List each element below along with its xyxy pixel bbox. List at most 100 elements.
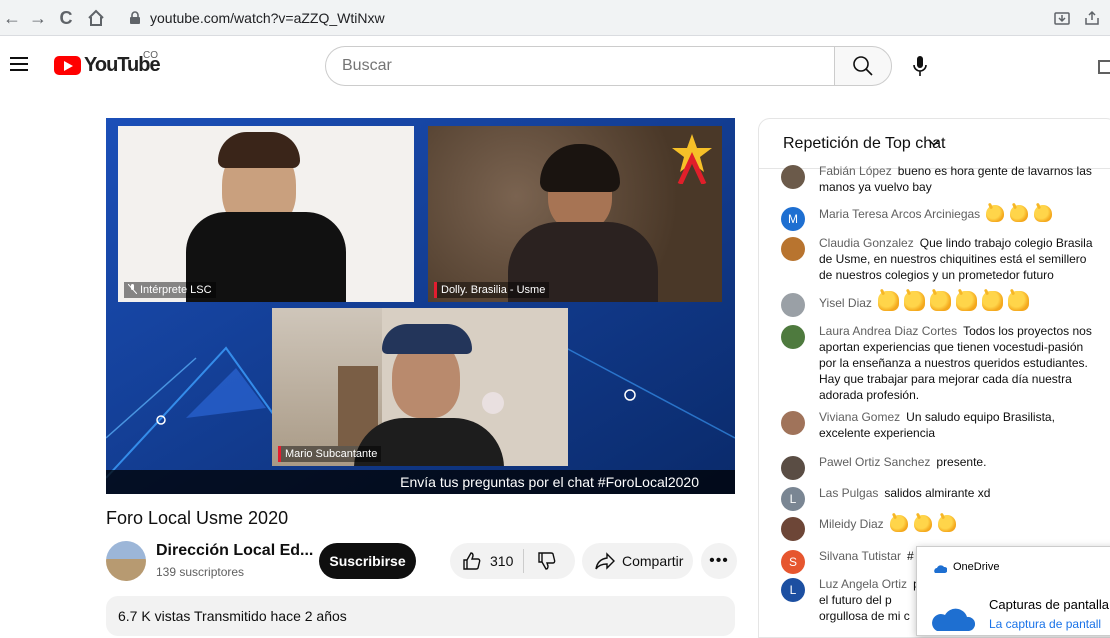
clapping-hands-icon bbox=[903, 291, 925, 311]
microphone-icon bbox=[913, 56, 927, 76]
interpreter-video-tile: Intérprete LSC bbox=[118, 126, 414, 302]
mic-muted-icon bbox=[127, 283, 138, 295]
chat-avatar[interactable] bbox=[781, 325, 805, 349]
notification-subtitle: La captura de pantall bbox=[989, 617, 1102, 631]
clapping-hands-icon bbox=[937, 515, 956, 532]
channel-avatar[interactable] bbox=[106, 541, 146, 581]
chat-message: Mileidy Diaz bbox=[781, 515, 1101, 541]
dolly-label: Dolly. Brasilia - Usme bbox=[434, 282, 550, 298]
forward-icon[interactable]: → bbox=[26, 6, 50, 30]
notification-title: Capturas de pantalla bbox=[989, 597, 1109, 612]
chat-avatar[interactable] bbox=[781, 517, 805, 541]
share-page-icon[interactable] bbox=[1084, 10, 1100, 26]
chat-message: L Luz Angela Ortizpor el futuro del p or… bbox=[781, 576, 931, 624]
share-label: Compartir bbox=[622, 553, 684, 569]
onedrive-notification[interactable]: OneDrive Capturas de pantalla La captura… bbox=[916, 546, 1110, 636]
subscribe-button[interactable]: Suscribirse bbox=[319, 543, 416, 579]
search-icon bbox=[853, 56, 873, 76]
chevron-down-icon[interactable] bbox=[927, 136, 941, 150]
views-and-date: 6.7 K vistas Transmitido hace 2 años bbox=[118, 608, 347, 624]
share-button[interactable]: Compartir bbox=[582, 543, 693, 579]
mario-video-tile: Mario Subcantante bbox=[272, 308, 568, 466]
chat-message: Fabián López bueno es hora gente de lavar… bbox=[781, 163, 1101, 195]
chat-author: Mileidy Diaz bbox=[819, 517, 884, 531]
chat-avatar[interactable] bbox=[781, 456, 805, 480]
caption-text: Envía tus preguntas por el chat #ForoLoc… bbox=[400, 474, 699, 490]
country-code: CO bbox=[143, 50, 158, 61]
clapping-hands-icon bbox=[1010, 205, 1029, 222]
browser-toolbar: ← → C youtube.com/watch?v=aZZQ_WtiNxw bbox=[0, 0, 1110, 36]
chat-mode-selector[interactable]: Repetición de Top chat bbox=[783, 135, 945, 153]
clapping-hands-icon bbox=[889, 515, 908, 532]
chat-text: presente. bbox=[936, 455, 987, 469]
clapping-hands-icon bbox=[913, 515, 932, 532]
thumbs-up-icon bbox=[463, 552, 481, 570]
chat-avatar[interactable]: M bbox=[781, 207, 805, 231]
share-arrow-icon bbox=[595, 552, 615, 570]
search-box[interactable] bbox=[325, 46, 835, 86]
chat-avatar[interactable] bbox=[781, 237, 805, 261]
chat-author: Las Pulgas bbox=[819, 486, 879, 500]
chat-text: # bbox=[907, 549, 914, 563]
channel-name[interactable]: Dirección Local Ed... bbox=[156, 542, 313, 560]
clapping-hands-icon bbox=[955, 291, 977, 311]
chat-avatar[interactable]: S bbox=[781, 550, 805, 574]
chat-message: L Las Pulgas salidos almirante xd bbox=[781, 485, 1101, 511]
chat-author: Fabián López bbox=[819, 164, 892, 178]
description-box[interactable]: 6.7 K vistas Transmitido hace 2 años bbox=[106, 596, 735, 636]
onedrive-cloud-icon bbox=[932, 608, 975, 631]
address-bar[interactable]: youtube.com/watch?v=aZZQ_WtiNxw bbox=[116, 5, 1026, 31]
chat-message: Viviana Gomez Un saludo equipo Brasilista… bbox=[781, 409, 1101, 441]
video-player[interactable]: Intérprete LSC Dolly. Brasilia - Usme Ma… bbox=[106, 118, 735, 494]
more-actions-button[interactable]: ••• bbox=[701, 543, 737, 579]
flower-decor bbox=[482, 392, 504, 414]
url-text: youtube.com/watch?v=aZZQ_WtiNxw bbox=[150, 10, 385, 26]
chat-author: Silvana Tutistar bbox=[819, 549, 902, 563]
chat-author: Claudia Gonzalez bbox=[819, 236, 914, 250]
video-title: Foro Local Usme 2020 bbox=[106, 508, 289, 528]
chat-author: Luz Angela Ortiz bbox=[819, 577, 908, 591]
notification-app-name: OneDrive bbox=[953, 561, 1000, 573]
chat-author: Yisel Diaz bbox=[819, 296, 872, 310]
more-dots-icon: ••• bbox=[709, 552, 729, 569]
back-icon[interactable]: ← bbox=[0, 6, 24, 30]
search-input[interactable] bbox=[342, 57, 802, 75]
caption-bar: Envía tus preguntas por el chat #ForoLoc… bbox=[106, 470, 735, 494]
youtube-play-icon bbox=[54, 55, 81, 75]
mario-bandana bbox=[382, 324, 472, 354]
chat-avatar[interactable] bbox=[781, 411, 805, 435]
chat-author: Viviana Gomez bbox=[819, 410, 901, 424]
like-button[interactable]: 310 bbox=[450, 543, 523, 579]
mario-label: Mario Subcantante bbox=[278, 446, 382, 462]
like-count: 310 bbox=[490, 553, 514, 569]
chat-text: salidos almirante xd bbox=[884, 486, 991, 500]
reload-icon[interactable]: C bbox=[54, 6, 78, 30]
create-icon[interactable] bbox=[1098, 60, 1110, 74]
chat-author: Maria Teresa Arcos Arciniegas bbox=[819, 207, 981, 221]
dolly-video-tile: Dolly. Brasilia - Usme bbox=[428, 126, 722, 302]
chat-message: M Maria Teresa Arcos Arciniegas bbox=[781, 205, 1101, 231]
chat-avatar[interactable] bbox=[781, 293, 805, 317]
chat-avatar[interactable]: L bbox=[781, 487, 805, 511]
chat-message: Pawel Ortiz Sanchez presente. bbox=[781, 454, 1101, 480]
install-icon[interactable] bbox=[1054, 10, 1070, 26]
clapping-hands-icon bbox=[877, 291, 899, 311]
chat-author: Laura Andrea Diaz Cortes bbox=[819, 324, 958, 338]
chat-avatar[interactable]: L bbox=[781, 578, 805, 602]
chat-author: Pawel Ortiz Sanchez bbox=[819, 455, 931, 469]
like-dislike-group: 310 bbox=[450, 543, 575, 579]
chat-message: Laura Andrea Diaz Cortes Todos los proyec… bbox=[781, 323, 1101, 403]
clapping-hands-icon bbox=[1007, 291, 1029, 311]
clapping-hands-icon bbox=[981, 291, 1003, 311]
onedrive-app-icon bbox=[934, 565, 947, 573]
home-icon[interactable] bbox=[84, 6, 108, 30]
dislike-button[interactable] bbox=[524, 543, 570, 579]
clapping-hands-icon bbox=[986, 205, 1005, 222]
voice-search-button[interactable] bbox=[900, 46, 940, 86]
chat-avatar[interactable] bbox=[781, 165, 805, 189]
interpreter-label: Intérprete LSC bbox=[124, 282, 216, 298]
chat-menu-icon[interactable]: ⋮ bbox=[1103, 135, 1110, 155]
search-button[interactable] bbox=[834, 46, 892, 86]
menu-icon[interactable] bbox=[10, 56, 30, 72]
thumbs-down-icon bbox=[538, 552, 556, 570]
